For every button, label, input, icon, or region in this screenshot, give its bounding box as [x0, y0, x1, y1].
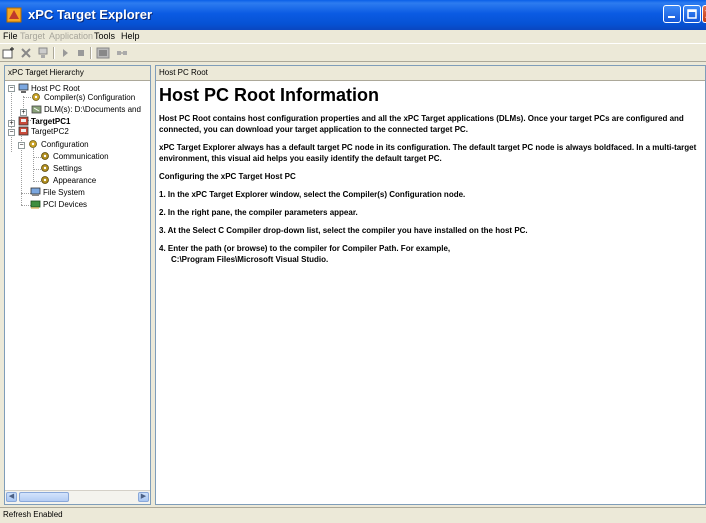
- stop-icon[interactable]: [74, 46, 88, 60]
- target-pc-icon: [18, 126, 29, 136]
- page-title: Host PC Root Information: [159, 85, 379, 105]
- menu-bar: File Target Application Tools Help: [0, 30, 706, 43]
- disconnect-icon[interactable]: [115, 46, 129, 60]
- toolbar-separator: [53, 47, 55, 59]
- tree-item-configuration[interactable]: Configuration: [28, 139, 89, 150]
- step-3: 3. At the Select C Compiler drop-down li…: [159, 226, 528, 235]
- config-gear-icon: [32, 93, 40, 101]
- tree-pane: xPC Target Hierarchy − + + − − Host PC R…: [4, 65, 151, 505]
- gear-icon: [41, 164, 49, 172]
- toolbar: [0, 43, 706, 62]
- pci-devices-icon: [30, 200, 41, 209]
- close-button[interactable]: [702, 5, 706, 23]
- minimize-icon: [668, 16, 675, 18]
- target-pc-icon: [18, 116, 29, 126]
- dlm-folder-icon: [31, 105, 42, 114]
- config-gear-icon: [29, 140, 37, 148]
- step-4: 4. Enter the path (or browse) to the com…: [159, 244, 451, 253]
- info-paragraph: xPC Target Explorer always has a default…: [159, 143, 697, 163]
- expand-dlm-toggle[interactable]: +: [20, 109, 27, 116]
- info-content: Host PC Root Information Host PC Root co…: [159, 85, 703, 272]
- scroll-right-button[interactable]: ▶: [138, 492, 149, 502]
- scope-icon[interactable]: [96, 46, 110, 60]
- step-2: 2. In the right pane, the compiler param…: [159, 208, 358, 217]
- tree-item-appearance[interactable]: Appearance: [40, 175, 96, 186]
- xpc-target-app-icon: [6, 7, 22, 23]
- connect-icon[interactable]: [36, 46, 50, 60]
- delete-icon[interactable]: [19, 46, 33, 60]
- scroll-left-button[interactable]: ◀: [6, 492, 17, 502]
- title-bar[interactable]: xPC Target Explorer: [0, 0, 706, 30]
- tree-item-targetpc2[interactable]: TargetPC2: [18, 126, 69, 137]
- info-pane: Host PC Root Host PC Root Information Ho…: [155, 65, 706, 505]
- scroll-thumb[interactable]: [19, 492, 69, 502]
- info-paragraph: Host PC Root contains host configuration…: [159, 114, 684, 134]
- tree-item-dlms[interactable]: DLM(s): D:\Documents and: [31, 104, 141, 115]
- step-1: 1. In the xPC Target Explorer window, se…: [159, 190, 466, 199]
- menu-target[interactable]: Target: [20, 31, 45, 41]
- window-title: xPC Target Explorer: [28, 7, 153, 22]
- menu-file[interactable]: File: [3, 31, 18, 41]
- menu-help[interactable]: Help: [121, 31, 140, 41]
- collapse-host-pc-root-toggle[interactable]: −: [8, 85, 15, 92]
- tree-item-compiler-configuration[interactable]: Compiler(s) Configuration: [31, 92, 135, 103]
- collapse-targetpc2-toggle[interactable]: −: [8, 129, 15, 136]
- collapse-configuration-toggle[interactable]: −: [18, 142, 25, 149]
- expand-targetpc1-toggle[interactable]: +: [8, 120, 15, 127]
- start-icon[interactable]: [58, 46, 72, 60]
- tree-pane-header: xPC Target Hierarchy: [5, 66, 150, 81]
- gear-icon: [41, 176, 49, 184]
- target-hierarchy-tree: − + + − − Host PC Root Compiler(s) Confi…: [5, 82, 150, 490]
- tree-horizontal-scrollbar[interactable]: ◀ ▶: [5, 490, 150, 504]
- menu-tools[interactable]: Tools: [94, 31, 115, 41]
- minimize-button[interactable]: [663, 5, 681, 23]
- menu-application[interactable]: Application: [49, 31, 93, 41]
- file-system-icon: [30, 187, 41, 196]
- info-pane-header: Host PC Root: [156, 66, 705, 81]
- compiler-path-example: C:\Program Files\Microsoft Visual Studio…: [171, 255, 329, 264]
- maximize-icon: [687, 9, 697, 19]
- tree-item-pci-devices[interactable]: PCI Devices: [30, 199, 87, 210]
- toolbar-separator: [90, 47, 92, 59]
- tree-item-settings[interactable]: Settings: [40, 163, 82, 174]
- maximize-button[interactable]: [683, 5, 701, 23]
- tree-item-communication[interactable]: Communication: [40, 151, 109, 162]
- host-pc-icon: [18, 83, 29, 93]
- section-heading: Configuring the xPC Target Host PC: [159, 172, 296, 181]
- status-bar: Refresh Enabled: [0, 507, 706, 523]
- add-target-icon[interactable]: [2, 46, 16, 60]
- tree-item-file-system[interactable]: File System: [30, 187, 85, 198]
- gear-icon: [41, 152, 49, 160]
